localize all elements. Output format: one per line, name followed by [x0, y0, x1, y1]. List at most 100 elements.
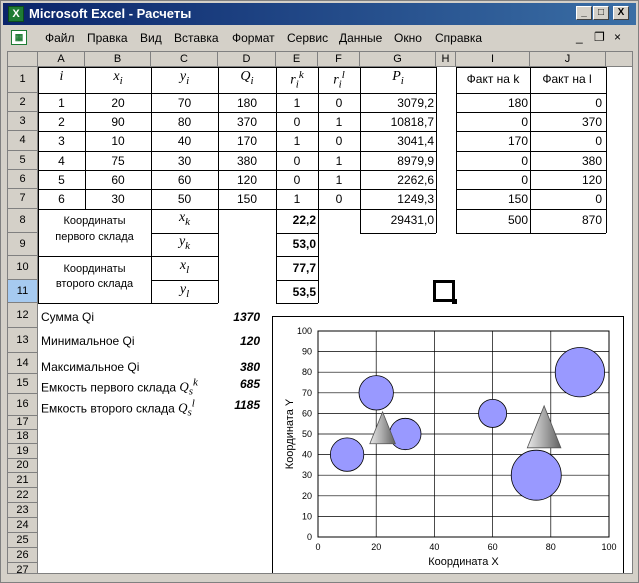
header-y[interactable]: yi [151, 69, 218, 87]
header-fact-k[interactable]: Факт на k [456, 72, 530, 86]
table-cell[interactable]: 2262,6 [360, 173, 434, 187]
min-qi-label[interactable]: Минимальное Qi [41, 334, 135, 348]
column-header-h[interactable]: H [436, 52, 456, 67]
menu-help[interactable]: Справка [435, 31, 482, 45]
table-cell[interactable]: 150 [456, 192, 528, 206]
row-header-23[interactable]: 23 [8, 503, 38, 518]
row-header-16[interactable]: 16 [8, 394, 38, 416]
table-cell[interactable]: 0 [276, 154, 318, 168]
fact-l-sum-cell[interactable]: 870 [530, 213, 602, 227]
row-header-14[interactable]: 14 [8, 353, 38, 374]
max-qi-label[interactable]: Максимальное Qi [41, 360, 139, 374]
row-header-27[interactable]: 27 [8, 563, 38, 573]
table-cell[interactable]: 180 [218, 96, 276, 110]
column-header-e[interactable]: E [276, 52, 318, 67]
close-button[interactable]: X [613, 6, 629, 20]
doc-minimize-button[interactable]: _ [576, 30, 583, 44]
table-cell[interactable]: 0 [276, 173, 318, 187]
row-header-9[interactable]: 9 [8, 233, 38, 256]
fact-k-sum-cell[interactable]: 500 [456, 213, 528, 227]
table-cell[interactable]: 0 [318, 96, 360, 110]
table-cell[interactable]: 6 [38, 192, 85, 206]
yk-value[interactable]: 53,0 [276, 237, 316, 251]
row-header-10[interactable]: 10 [8, 256, 38, 280]
row-header-6[interactable]: 6 [8, 170, 38, 189]
doc-restore-button[interactable]: ❐ [594, 30, 605, 44]
row-header-22[interactable]: 22 [8, 488, 38, 503]
menu-data[interactable]: Данные [339, 31, 382, 45]
column-header-c[interactable]: C [151, 52, 218, 67]
table-cell[interactable]: 1 [38, 96, 85, 110]
sum-qi-label[interactable]: Сумма Qi [41, 310, 94, 324]
minimize-button[interactable]: _ [576, 6, 592, 20]
table-cell[interactable]: 1 [318, 173, 360, 187]
yk-symbol[interactable]: yk [151, 234, 218, 252]
column-header-g[interactable]: G [360, 52, 436, 67]
capacity-first-label[interactable]: Емкость первого склада Qsk [41, 377, 198, 398]
selected-cell-h11[interactable] [433, 280, 457, 304]
workbook-icon[interactable]: ▦ [11, 30, 27, 45]
row-header-15[interactable]: 15 [8, 374, 38, 394]
table-cell[interactable]: 75 [85, 154, 151, 168]
column-header-a[interactable]: A [38, 52, 85, 67]
row-header-13[interactable]: 13 [8, 328, 38, 353]
table-cell[interactable]: 20 [85, 96, 151, 110]
table-cell[interactable]: 0 [276, 115, 318, 129]
menu-insert[interactable]: Вставка [174, 31, 219, 45]
table-cell[interactable]: 0 [456, 115, 528, 129]
row-header-26[interactable]: 26 [8, 548, 38, 563]
table-cell[interactable]: 170 [218, 134, 276, 148]
table-cell[interactable]: 1 [318, 154, 360, 168]
column-header-d[interactable]: D [218, 52, 276, 67]
header-rk[interactable]: rik [276, 69, 318, 90]
capacity-second-label[interactable]: Емкость второго склада Qsl [41, 398, 195, 419]
header-fact-l[interactable]: Факт на l [530, 72, 604, 86]
row-header-4[interactable]: 4 [8, 131, 38, 151]
table-cell[interactable]: 1249,3 [360, 192, 434, 206]
table-cell[interactable]: 3079,2 [360, 96, 434, 110]
table-cell[interactable]: 8979,9 [360, 154, 434, 168]
max-qi-value[interactable]: 380 [208, 360, 260, 374]
row-header-21[interactable]: 21 [8, 473, 38, 488]
menu-tools[interactable]: Сервис [287, 31, 328, 45]
table-cell[interactable]: 50 [151, 192, 218, 206]
xl-value[interactable]: 77,7 [276, 261, 316, 275]
menu-format[interactable]: Формат [232, 31, 275, 45]
table-cell[interactable]: 10818,7 [360, 115, 434, 129]
table-cell[interactable]: 10 [85, 134, 151, 148]
maximize-button[interactable]: □ [593, 6, 609, 20]
xl-symbol[interactable]: xl [151, 258, 218, 276]
column-header-j[interactable]: J [530, 52, 606, 67]
header-x[interactable]: xi [85, 69, 151, 87]
menu-file[interactable]: Файл [45, 31, 75, 45]
table-cell[interactable]: 1 [276, 96, 318, 110]
table-cell[interactable]: 3 [38, 134, 85, 148]
table-cell[interactable]: 180 [456, 96, 528, 110]
row-header-11[interactable]: 11 [8, 280, 38, 303]
header-rl[interactable]: ril [318, 69, 360, 90]
table-cell[interactable]: 0 [318, 134, 360, 148]
table-cell[interactable]: 370 [530, 115, 602, 129]
worksheet[interactable]: ABCDEFGHIJ 1 2 3 4 5 6 7 8 9 10 11 12 13 14 15 16 17 18 19… [7, 51, 633, 574]
row-header-17[interactable]: 17 [8, 416, 38, 430]
row-header-20[interactable]: 20 [8, 459, 38, 473]
table-cell[interactable]: 1 [276, 192, 318, 206]
table-cell[interactable]: 3041,4 [360, 134, 434, 148]
row-header-3[interactable]: 3 [8, 112, 38, 131]
table-cell[interactable]: 2 [38, 115, 85, 129]
table-cell[interactable]: 150 [218, 192, 276, 206]
header-p[interactable]: Pi [360, 69, 436, 87]
table-cell[interactable]: 0 [456, 154, 528, 168]
table-cell[interactable]: 0 [530, 192, 602, 206]
table-cell[interactable]: 30 [85, 192, 151, 206]
bubble-chart[interactable]: 0 10 20 30 40 50 60 70 80 90 100 0 20 40 60 80 100 Коорди… [272, 316, 624, 573]
table-cell[interactable]: 380 [530, 154, 602, 168]
select-all-corner[interactable] [8, 52, 38, 67]
menu-window[interactable]: Окно [394, 31, 422, 45]
column-header-b[interactable]: B [85, 52, 151, 67]
xk-value[interactable]: 22,2 [276, 213, 316, 227]
table-cell[interactable]: 80 [151, 115, 218, 129]
row-header-25[interactable]: 25 [8, 533, 38, 548]
excel-app-icon[interactable]: X [8, 6, 24, 22]
row-header-24[interactable]: 24 [8, 518, 38, 533]
